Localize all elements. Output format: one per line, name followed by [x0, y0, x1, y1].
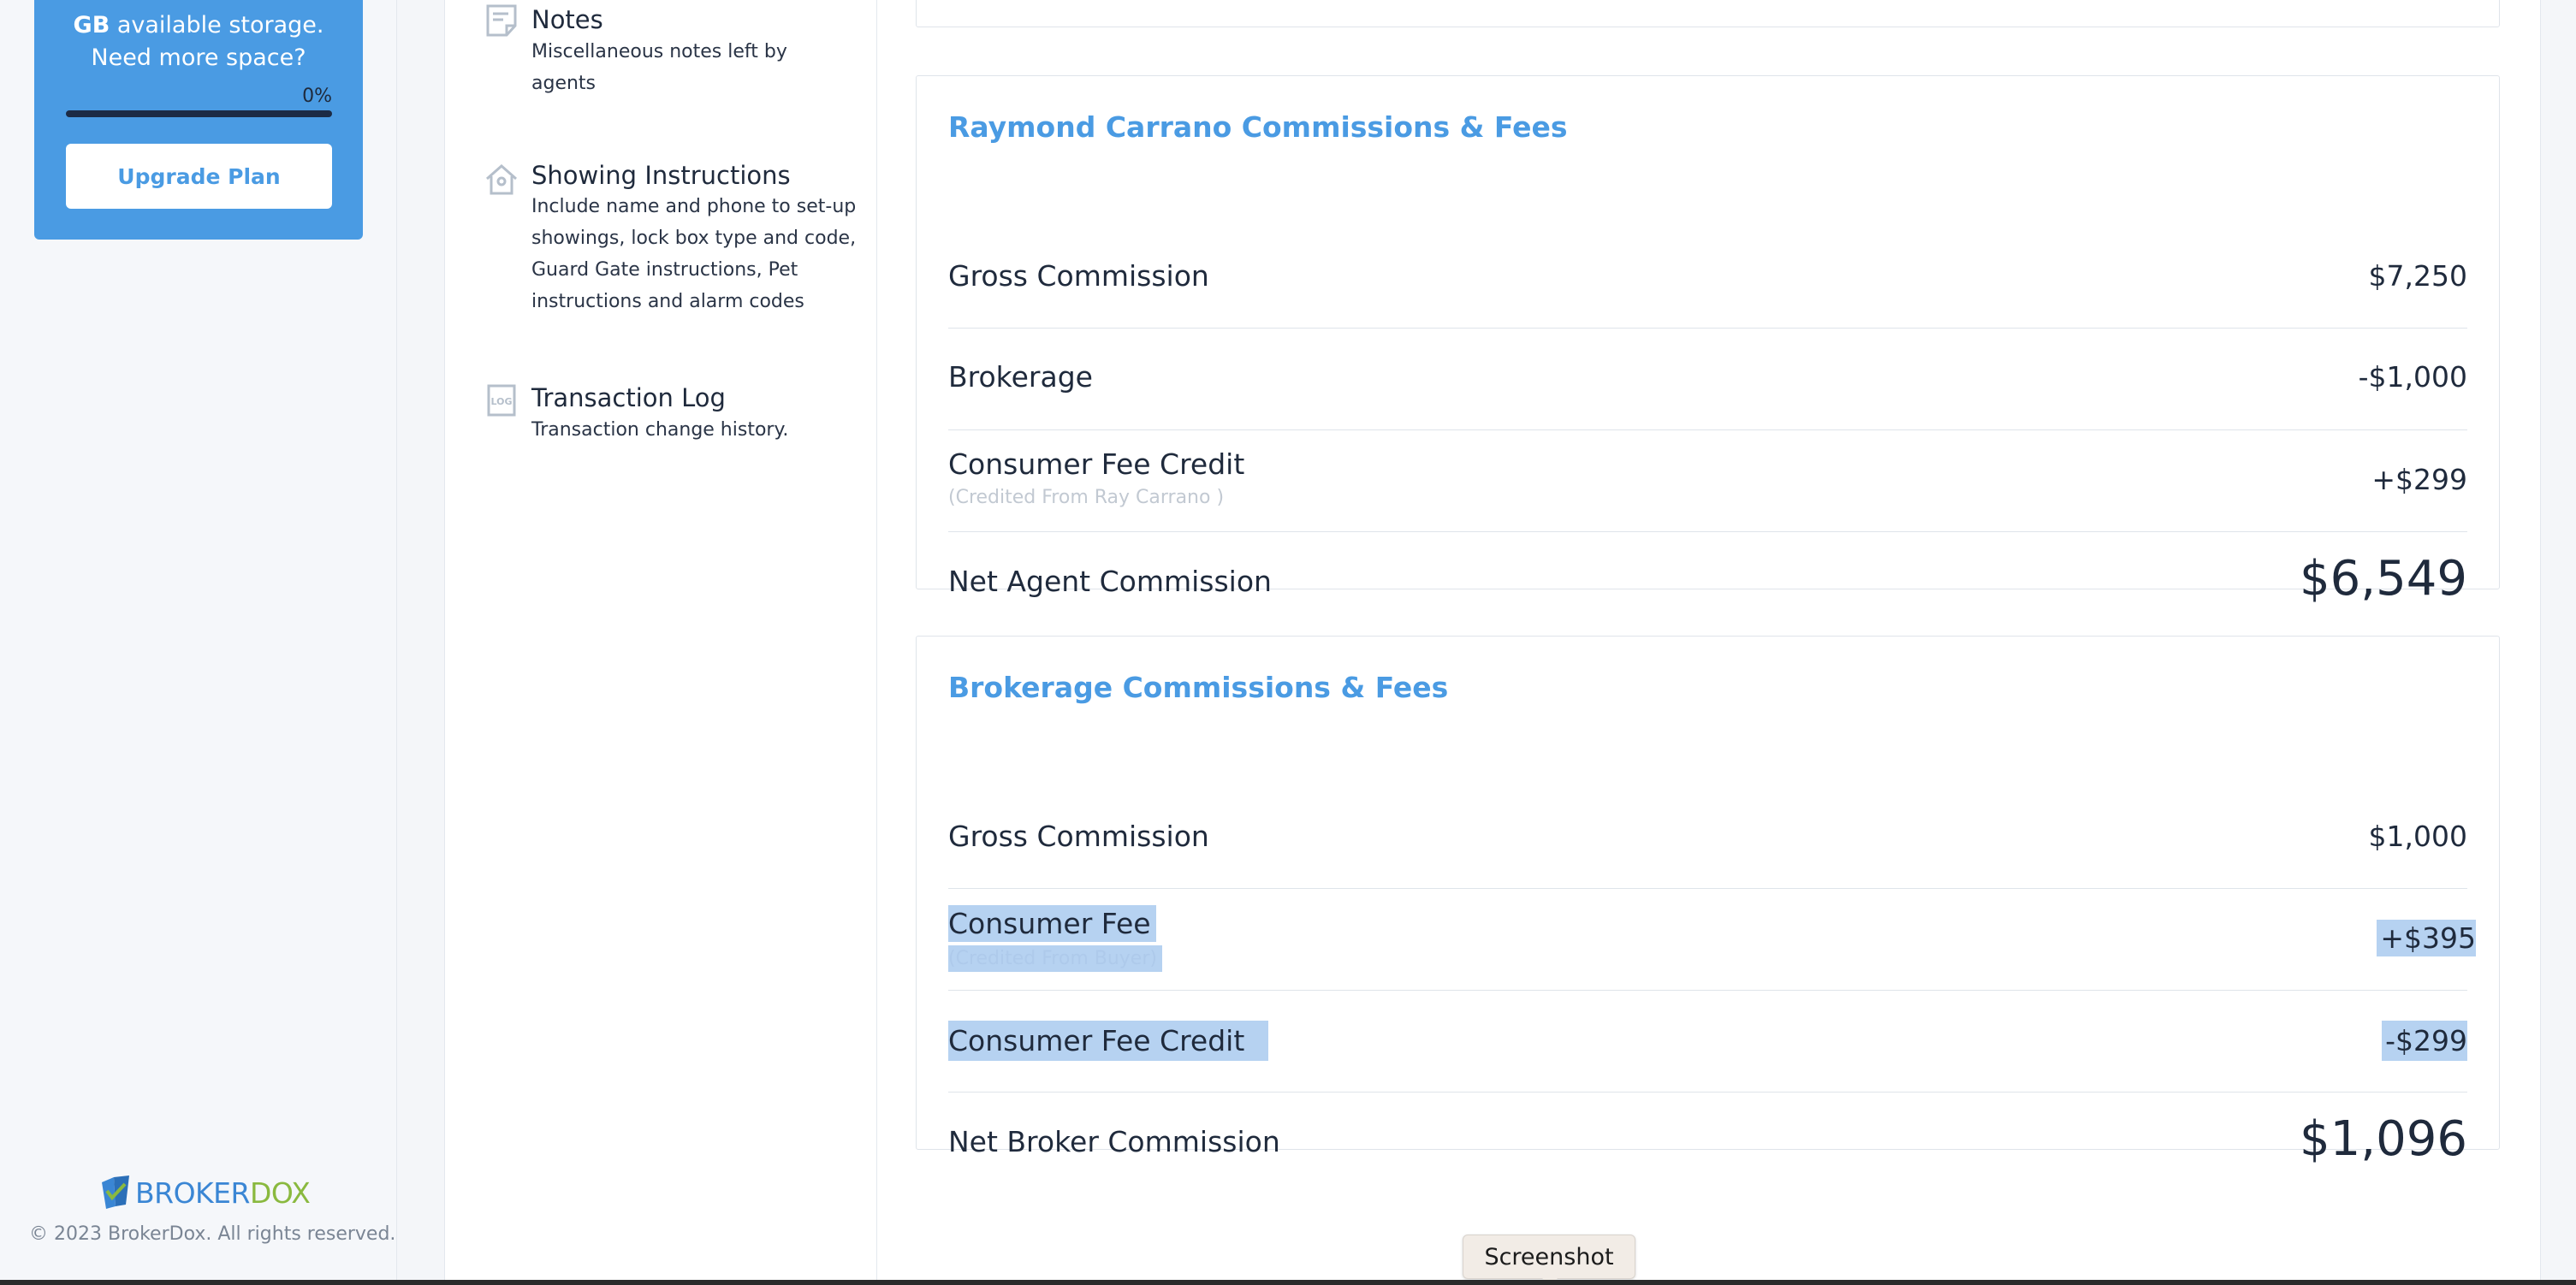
- commission-row-brokerage: Brokerage -$1,000: [948, 329, 2467, 430]
- screenshot-tooltip: Screenshot: [1463, 1235, 1635, 1285]
- commission-row-net-agent: Net Agent Commission $6,549: [948, 532, 2467, 634]
- commission-row-gross: Gross Commission $7,250: [948, 227, 2467, 329]
- net-broker-commission-amount: $1,096: [2300, 1111, 2467, 1167]
- storage-upsell-text: Need more space?: [91, 44, 306, 71]
- section-nav-title: Notes: [531, 5, 603, 34]
- row-amount: -$1,000: [2358, 360, 2467, 394]
- previous-card: [916, 0, 2500, 27]
- brokerdox-logo-text: BROKERDOX: [135, 1175, 311, 1210]
- logo-text-broker: BROKER: [135, 1175, 250, 1210]
- net-agent-commission-amount: $6,549: [2300, 551, 2467, 607]
- brokerage-commissions-title: Brokerage Commissions & Fees: [948, 671, 1449, 704]
- row-label: Brokerage: [948, 360, 1093, 394]
- window-bottom-edge: [0, 1280, 2576, 1285]
- section-nav-description: Transaction change history.: [531, 419, 789, 441]
- brokerage-commissions-card: Brokerage Commissions & Fees Gross Commi…: [916, 636, 2500, 1167]
- sidebar: GB available storage. Need more space? 0…: [0, 0, 397, 1285]
- row-amount: $1,000: [2368, 820, 2467, 853]
- commission-row-gross: Gross Commission $1,000: [948, 787, 2467, 889]
- row-label: Net Broker Commission: [948, 1125, 1280, 1158]
- row-amount: $7,250: [2368, 259, 2467, 293]
- section-nav-title: Showing Instructions: [531, 161, 791, 190]
- row-label: Consumer Fee Credit: [948, 1021, 1269, 1061]
- storage-available-label: available storage.: [110, 12, 324, 38]
- copyright-text: © 2023 BrokerDox. All rights reserved.: [29, 1223, 396, 1245]
- storage-available-text: GB available storage.: [34, 12, 363, 38]
- commission-row-consumer-fee-credit: Consumer Fee Credit -$299: [948, 991, 2467, 1093]
- agent-commissions-title: Raymond Carrano Commissions & Fees: [948, 110, 1568, 144]
- storage-card: GB available storage. Need more space? 0…: [34, 0, 363, 240]
- agent-commissions-card: Raymond Carrano Commissions & Fees Gross…: [916, 75, 2500, 607]
- storage-progress-bar: [66, 110, 332, 117]
- commission-row-consumer-fee: Consumer Fee (Credited From Buyer) +$395: [948, 889, 2476, 991]
- log-icon: LOG: [487, 384, 516, 417]
- commission-row-net-broker: Net Broker Commission $1,096: [948, 1093, 2467, 1194]
- row-label: Consumer Fee: [948, 905, 1156, 942]
- row-label: Gross Commission: [948, 820, 1209, 853]
- section-nav-description: Miscellaneous notes left by agents: [531, 41, 787, 94]
- note-icon: [486, 4, 517, 37]
- section-nav-description: Include name and phone to set-up showing…: [531, 196, 857, 312]
- brokerdox-logo[interactable]: BROKERDOX: [99, 1174, 311, 1211]
- house-icon: [486, 163, 517, 195]
- section-nav-item-transaction-log[interactable]: LOG Transaction Log Transaction change h…: [445, 376, 877, 462]
- upgrade-plan-button[interactable]: Upgrade Plan: [66, 144, 332, 209]
- logo-text-dox: DOX: [249, 1175, 311, 1210]
- section-nav-item-notes[interactable]: Notes Miscellaneous notes left by agents: [445, 0, 877, 103]
- commission-row-consumer-fee-credit: Consumer Fee Credit (Credited From Ray C…: [948, 430, 2467, 532]
- section-nav-title: Transaction Log: [531, 383, 726, 412]
- row-label: Gross Commission: [948, 259, 1209, 293]
- row-amount: -$299: [2382, 1021, 2467, 1061]
- section-nav-item-showing-instructions[interactable]: Showing Instructions Include name and ph…: [445, 154, 877, 325]
- row-label: Net Agent Commission: [948, 565, 1272, 598]
- row-amount: +$299: [2371, 463, 2467, 496]
- storage-percent: 0%: [302, 86, 332, 107]
- row-sublabel: (Credited From Buyer): [948, 945, 1162, 972]
- storage-unit: GB: [73, 12, 110, 38]
- row-sublabel: (Credited From Ray Carrano ): [948, 487, 1225, 508]
- section-nav: Notes Miscellaneous notes left by agents…: [445, 0, 877, 1285]
- brokerdox-logo-icon: [102, 1175, 129, 1209]
- svg-text:LOG: LOG: [491, 396, 513, 407]
- row-label: Consumer Fee Credit: [948, 447, 1245, 481]
- row-amount: +$395: [2377, 920, 2476, 956]
